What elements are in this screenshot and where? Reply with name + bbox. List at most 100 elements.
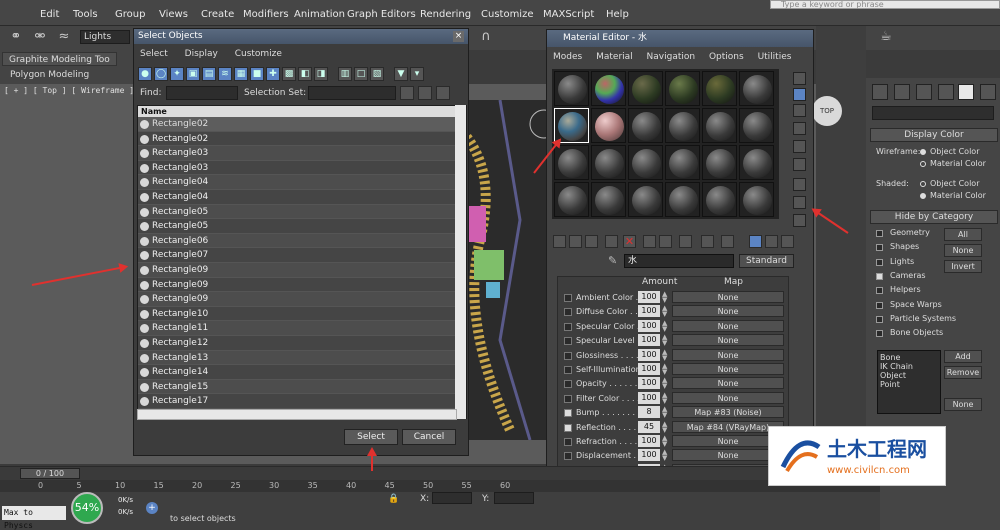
map-enable-checkbox[interactable] bbox=[564, 380, 572, 389]
map-amount-field[interactable]: 8 bbox=[638, 406, 660, 419]
map-amount-field[interactable]: 100 bbox=[638, 391, 660, 404]
amount-spinner-icon[interactable]: ▲▼ bbox=[662, 435, 669, 448]
all-button[interactable]: All bbox=[944, 228, 982, 241]
menu-utilities[interactable]: Utilities bbox=[758, 52, 792, 62]
column-header-name[interactable]: Name bbox=[138, 106, 466, 117]
display-color-rollout[interactable]: Display Color bbox=[870, 128, 998, 142]
add-icon[interactable]: + bbox=[146, 502, 158, 514]
map-amount-field[interactable]: 100 bbox=[638, 449, 660, 462]
viewcube-icon[interactable]: TOP bbox=[812, 96, 842, 126]
material-slot[interactable] bbox=[628, 145, 663, 180]
wireframe-material-color-radio[interactable] bbox=[920, 161, 926, 167]
snap-icon[interactable]: ∩ bbox=[478, 29, 494, 45]
make-preview-icon[interactable] bbox=[793, 158, 806, 171]
menu-maxscript[interactable]: MAXScript bbox=[543, 9, 594, 20]
geometry-filter-icon[interactable]: ● bbox=[138, 67, 152, 81]
list-item[interactable]: Rectangle14 bbox=[138, 365, 466, 380]
material-slot[interactable] bbox=[591, 182, 626, 217]
map-slot-button[interactable]: None bbox=[672, 319, 784, 332]
modify-tab-icon[interactable] bbox=[894, 84, 910, 100]
material-slot[interactable] bbox=[628, 108, 663, 143]
put-to-library-icon[interactable] bbox=[659, 235, 672, 248]
material-slot[interactable] bbox=[739, 108, 774, 143]
menu-tools[interactable]: Tools bbox=[73, 9, 98, 20]
material-type-button[interactable]: Standard bbox=[739, 254, 794, 268]
menu-display[interactable]: Display bbox=[185, 49, 218, 59]
material-name-input[interactable]: 水 bbox=[624, 254, 734, 268]
show-end-result-icon[interactable] bbox=[721, 235, 734, 248]
menu-customize[interactable]: Customize bbox=[235, 49, 282, 59]
list-item[interactable]: Rectangle13 bbox=[138, 350, 466, 366]
selection-filter-dropdown[interactable]: Lights bbox=[80, 30, 130, 44]
material-slot[interactable] bbox=[739, 71, 774, 106]
menu-select[interactable]: Select bbox=[140, 49, 168, 59]
amount-spinner-icon[interactable]: ▲▼ bbox=[662, 449, 669, 462]
assign-material-icon[interactable] bbox=[585, 235, 598, 248]
light-filter-icon[interactable]: ✦ bbox=[170, 67, 184, 81]
menu-navigation[interactable]: Navigation bbox=[647, 52, 696, 62]
bind-space-warp-icon[interactable]: ≈ bbox=[56, 29, 72, 45]
go-to-parent-icon[interactable] bbox=[749, 235, 762, 248]
category-checkbox[interactable] bbox=[876, 287, 883, 295]
category-checkbox[interactable] bbox=[876, 230, 883, 237]
material-map-navigator-icon[interactable] bbox=[793, 214, 806, 227]
map-enable-checkbox[interactable] bbox=[564, 294, 572, 302]
menu-modifiers[interactable]: Modifiers bbox=[243, 9, 289, 20]
put-material-icon[interactable] bbox=[569, 235, 582, 248]
horizontal-scrollbar[interactable] bbox=[137, 409, 457, 420]
go-forward-sibling-icon[interactable] bbox=[765, 235, 778, 248]
list-item[interactable]: Rectangle02 bbox=[138, 131, 466, 147]
material-slot[interactable] bbox=[702, 145, 737, 180]
create-set-icon[interactable] bbox=[400, 86, 414, 100]
material-slot[interactable] bbox=[702, 182, 737, 217]
material-slot[interactable] bbox=[591, 145, 626, 180]
list-item[interactable]: Rectangle15 bbox=[138, 379, 466, 395]
map-slot-button[interactable]: None bbox=[672, 348, 784, 361]
menu-group[interactable]: Group bbox=[115, 9, 145, 20]
none-button-2[interactable]: None bbox=[944, 398, 982, 411]
backlight-icon[interactable] bbox=[793, 88, 806, 101]
material-slot[interactable] bbox=[702, 71, 737, 106]
map-enable-checkbox[interactable] bbox=[564, 409, 572, 418]
menu-edit[interactable]: Edit bbox=[40, 9, 59, 20]
shaded-object-color-radio[interactable] bbox=[920, 181, 926, 187]
teapot-icon[interactable]: ☕ bbox=[878, 29, 894, 45]
menu-graph-editors[interactable]: Graph Editors bbox=[347, 9, 416, 20]
helper-filter-icon[interactable]: ▤ bbox=[202, 67, 216, 81]
amount-spinner-icon[interactable]: ▲▼ bbox=[662, 406, 669, 419]
material-id-icon[interactable] bbox=[679, 235, 692, 248]
list-item[interactable]: Rectangle03 bbox=[138, 160, 466, 176]
tab-graphite-modeling[interactable]: Graphite Modeling Too bbox=[2, 52, 117, 66]
eyedropper-icon[interactable]: ✎ bbox=[608, 254, 617, 267]
pick-material-icon[interactable] bbox=[781, 235, 794, 248]
list-item[interactable]: IK Chain Object bbox=[880, 362, 938, 380]
material-slot[interactable] bbox=[628, 71, 663, 106]
get-material-icon[interactable] bbox=[553, 235, 566, 248]
material-slot[interactable] bbox=[591, 108, 626, 143]
map-slot-button[interactable]: None bbox=[672, 305, 784, 318]
map-slot-button[interactable]: None bbox=[672, 334, 784, 347]
list-item[interactable]: Rectangle04 bbox=[138, 189, 466, 205]
category-checkbox[interactable] bbox=[876, 244, 883, 252]
hierarchy-tab-icon[interactable] bbox=[916, 84, 932, 100]
filter-options-icon[interactable]: ▾ bbox=[410, 67, 424, 81]
menu-rendering[interactable]: Rendering bbox=[420, 9, 471, 20]
menu-create[interactable]: Create bbox=[201, 9, 234, 20]
wireframe-object-color-radio[interactable] bbox=[920, 149, 926, 155]
list-item[interactable]: Rectangle03 bbox=[138, 146, 466, 161]
map-enable-checkbox[interactable] bbox=[564, 308, 572, 317]
bone-category-list[interactable]: Bone IK Chain Object Point bbox=[877, 350, 941, 414]
frame-counter[interactable]: 0 / 100 bbox=[20, 468, 80, 479]
maxscript-listener[interactable]: Max to Physcs bbox=[2, 506, 66, 530]
material-slot[interactable] bbox=[665, 71, 700, 106]
material-slot[interactable] bbox=[554, 182, 589, 217]
invert-button[interactable]: Invert bbox=[944, 260, 982, 273]
map-enable-checkbox[interactable] bbox=[564, 438, 572, 446]
menu-material[interactable]: Material bbox=[596, 52, 633, 62]
list-item[interactable]: Rectangle05 bbox=[138, 204, 466, 220]
list-item[interactable]: Rectangle10 bbox=[138, 306, 466, 322]
make-unique-icon[interactable] bbox=[643, 235, 656, 248]
menu-animation[interactable]: Animation bbox=[294, 9, 345, 20]
bone-filter-icon[interactable]: ✚ bbox=[266, 67, 280, 81]
find-input[interactable] bbox=[166, 86, 238, 100]
